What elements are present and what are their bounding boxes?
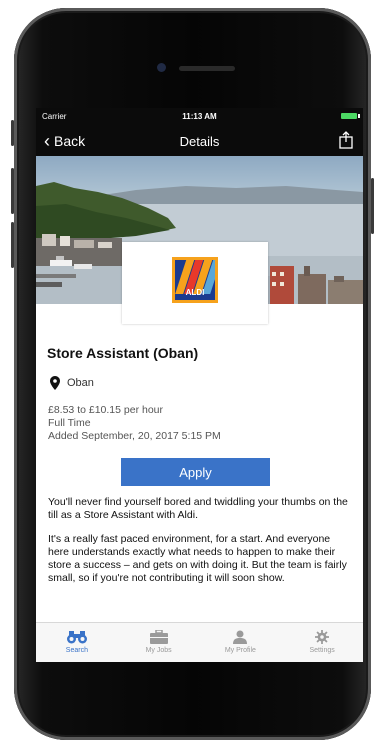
job-description: You'll never find yourself bored and twi… (48, 496, 351, 596)
tab-settings[interactable]: Settings (281, 623, 363, 662)
gear-icon (315, 630, 330, 644)
power-button (371, 178, 374, 234)
earpiece-speaker (179, 66, 235, 71)
job-location: Oban (50, 376, 94, 390)
job-meta: £8.53 to £10.15 per hour Full Time Added… (48, 404, 221, 443)
front-camera (157, 63, 166, 72)
pay-range: £8.53 to £10.15 per hour (48, 404, 164, 416)
job-title: Store Assistant (Oban) (47, 345, 199, 361)
logo-text: ALDI (185, 288, 205, 297)
map-pin-icon (50, 376, 60, 390)
volume-up-button (11, 168, 14, 214)
app-screen: Carrier 11:13 AM ‹ Back Details ALDI Sto… (36, 108, 363, 662)
status-bar: Carrier 11:13 AM (36, 108, 363, 126)
description-paragraph: You'll never find yourself bored and twi… (48, 496, 348, 521)
tab-my-jobs[interactable]: My Jobs (118, 623, 200, 662)
navigation-bar: ‹ Back Details (36, 126, 363, 156)
company-logo-card: ALDI (122, 242, 268, 324)
share-icon[interactable] (339, 131, 353, 149)
person-icon (233, 630, 248, 644)
clock: 11:13 AM (182, 112, 217, 121)
tab-search[interactable]: Search (36, 623, 118, 662)
volume-down-button (11, 222, 14, 268)
aldi-logo: ALDI (172, 257, 218, 303)
location-text: Oban (67, 377, 94, 389)
mute-switch (11, 120, 14, 146)
tab-label: Settings (309, 647, 335, 654)
battery-icon (341, 113, 360, 119)
employment-type: Full Time (48, 417, 91, 429)
tab-label: Search (65, 647, 88, 654)
description-paragraph: It's a really fast paced environment, fo… (48, 533, 347, 584)
tab-label: My Jobs (145, 647, 172, 654)
date-added: Added September, 20, 2017 5:15 PM (48, 430, 221, 442)
tab-label: My Profile (224, 647, 256, 654)
binoculars-icon (66, 631, 87, 644)
briefcase-icon (149, 630, 168, 644)
tab-my-profile[interactable]: My Profile (200, 623, 282, 662)
apply-button[interactable]: Apply (121, 458, 270, 486)
page-title: Details (179, 134, 220, 149)
tab-bar: Search My Jobs My Profile Settings (36, 622, 363, 662)
